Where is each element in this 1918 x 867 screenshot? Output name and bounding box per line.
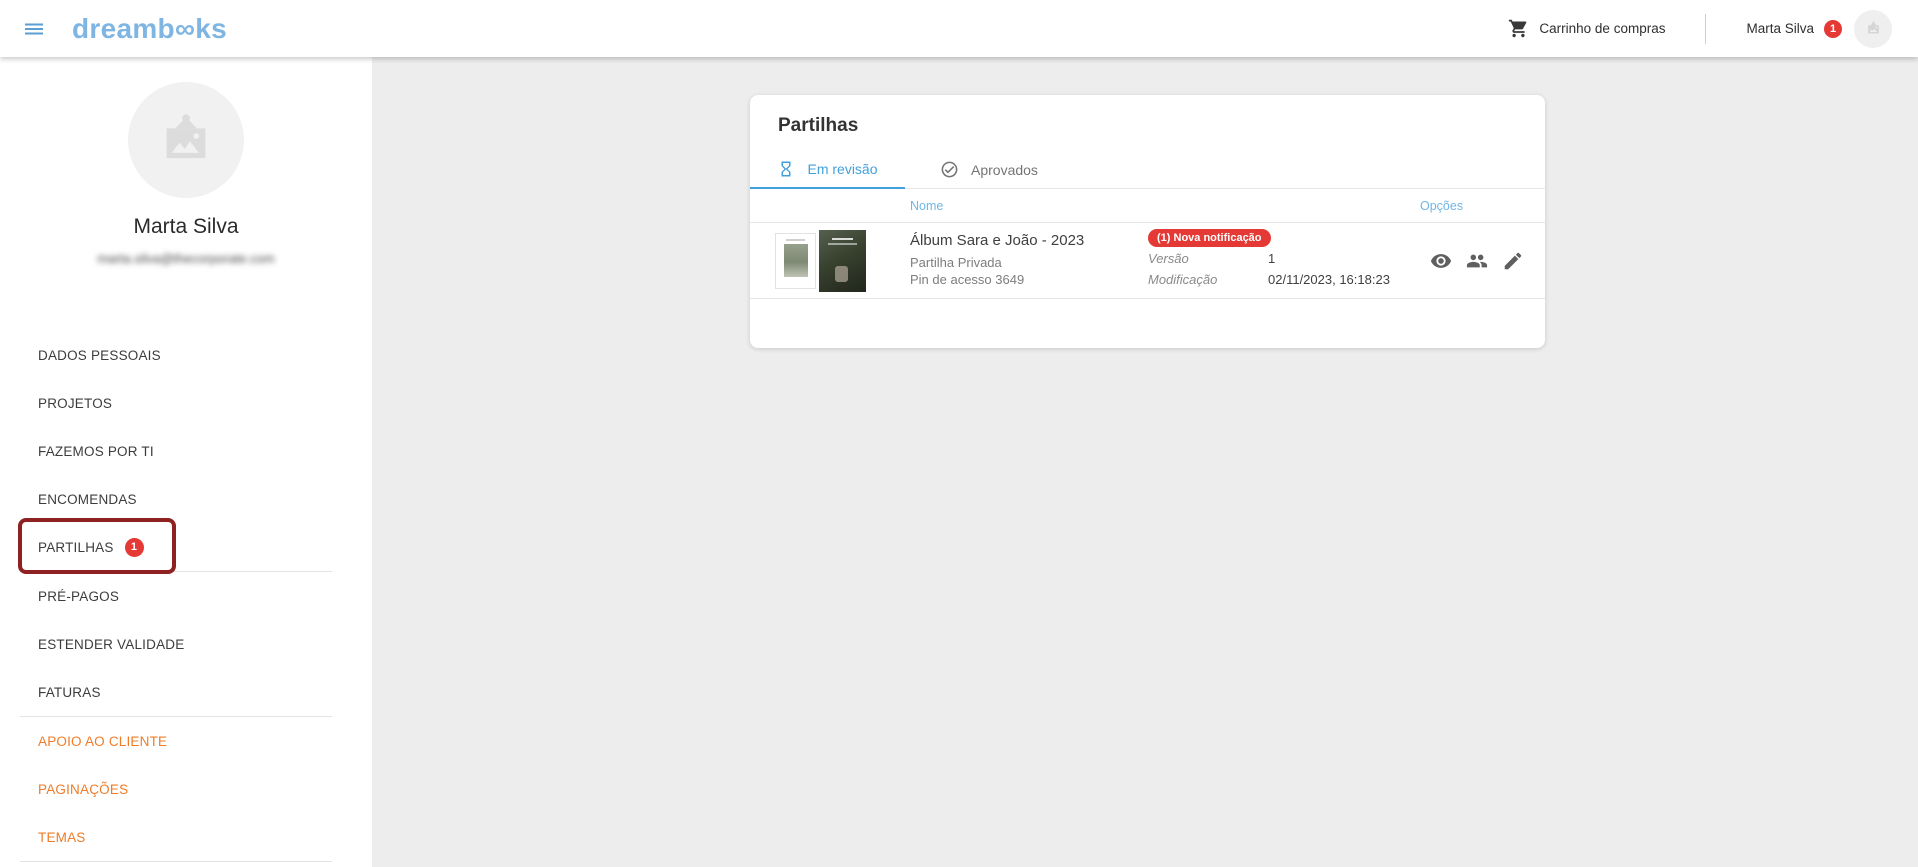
profile-email-redacted: marta.silva@thecorporate.com bbox=[0, 251, 372, 266]
check-circle-icon bbox=[940, 160, 959, 179]
cart-icon bbox=[1508, 18, 1529, 39]
sidebar-item-label: ENCOMENDAS bbox=[38, 492, 137, 507]
album-thumbnail-cover bbox=[819, 230, 866, 292]
profile-avatar bbox=[128, 82, 244, 198]
version-value: 1 bbox=[1268, 250, 1275, 268]
sidebar-item-estender-validade[interactable]: ESTENDER VALIDADE bbox=[0, 620, 372, 668]
card-title: Partilhas bbox=[778, 115, 858, 137]
sidebar-item-label: FATURAS bbox=[38, 685, 101, 700]
version-row: Versão 1 bbox=[1148, 250, 1390, 268]
sidebar-item-label: PROJETOS bbox=[38, 396, 112, 411]
hourglass-icon bbox=[777, 160, 795, 178]
sidebar-item-temas[interactable]: TEMAS bbox=[0, 813, 372, 861]
sidebar-item-partilhas[interactable]: PARTILHAS 1 bbox=[0, 523, 372, 571]
thumbnail-figure bbox=[835, 266, 848, 282]
partilhas-card: Partilhas Em revisão Aprovados Nome Opçõ… bbox=[750, 95, 1545, 348]
new-notification-badge: (1) Nova notificação bbox=[1148, 229, 1271, 247]
preview-icon bbox=[1430, 250, 1452, 272]
column-header-nome: Nome bbox=[910, 189, 943, 223]
header-right: Carrinho de compras Marta Silva 1 bbox=[1508, 10, 1918, 48]
sidebar-item-label: TEMAS bbox=[38, 830, 86, 845]
hamburger-icon bbox=[22, 17, 46, 41]
sidebar-item-encomendas[interactable]: ENCOMENDAS bbox=[0, 475, 372, 523]
header-user-name[interactable]: Marta Silva bbox=[1746, 21, 1814, 36]
header-divider bbox=[1705, 14, 1706, 44]
sidebar-item-label: APOIO AO CLIENTE bbox=[38, 734, 167, 749]
sidebar-menu: DADOS PESSOAIS PROJETOS FAZEMOS POR TI E… bbox=[0, 331, 372, 862]
modification-label: Modificação bbox=[1148, 271, 1268, 289]
sidebar-item-label: DADOS PESSOAIS bbox=[38, 348, 161, 363]
sidebar-item-dados-pessoais[interactable]: DADOS PESSOAIS bbox=[0, 331, 372, 379]
header-notification-badge: 1 bbox=[1824, 20, 1842, 38]
header-avatar[interactable] bbox=[1854, 10, 1892, 48]
tab-label: Aprovados bbox=[971, 162, 1038, 178]
partilhas-notification-badge: 1 bbox=[125, 538, 144, 557]
tab-bar: Em revisão Aprovados bbox=[750, 151, 1545, 189]
tab-aprovados[interactable]: Aprovados bbox=[940, 151, 1038, 188]
share-meta: (1) Nova notificação Versão 1 Modificaçã… bbox=[1148, 228, 1390, 289]
hamburger-menu-button[interactable] bbox=[22, 17, 46, 41]
sidebar-item-label: ESTENDER VALIDADE bbox=[38, 637, 184, 652]
table-row: Álbum Sara e João - 2023 Partilha Privad… bbox=[750, 223, 1545, 299]
column-header-opcoes: Opções bbox=[1420, 189, 1463, 223]
sidebar-item-label: PARTILHAS bbox=[38, 540, 114, 555]
profile-name: Marta Silva bbox=[0, 215, 372, 239]
cart-label: Carrinho de compras bbox=[1539, 21, 1665, 36]
sidebar-item-apoio-ao-cliente[interactable]: APOIO AO CLIENTE bbox=[0, 717, 372, 765]
sidebar-item-pre-pagos[interactable]: PRÉ-PAGOS bbox=[0, 572, 372, 620]
share-users-icon bbox=[1466, 250, 1488, 272]
version-label: Versão bbox=[1148, 250, 1268, 268]
preview-button[interactable] bbox=[1430, 250, 1452, 272]
sidebar-item-fazemos-por-ti[interactable]: FAZEMOS POR TI bbox=[0, 427, 372, 475]
sidebar-item-projetos[interactable]: PROJETOS bbox=[0, 379, 372, 427]
edit-button[interactable] bbox=[1502, 250, 1524, 272]
sidebar-divider bbox=[20, 861, 332, 862]
tab-em-revisao[interactable]: Em revisão bbox=[750, 151, 905, 189]
tab-label: Em revisão bbox=[807, 161, 877, 177]
dreambooks-logo[interactable]: dreamb∞ks bbox=[72, 15, 227, 43]
thumbnail-photo bbox=[784, 244, 808, 277]
image-placeholder-icon bbox=[1865, 20, 1882, 37]
sidebar: Marta Silva marta.silva@thecorporate.com… bbox=[0, 57, 372, 867]
sidebar-item-faturas[interactable]: FATURAS bbox=[0, 668, 372, 716]
cart-button[interactable]: Carrinho de compras bbox=[1508, 18, 1665, 39]
app-header: dreamb∞ks Carrinho de compras Marta Silv… bbox=[0, 0, 1918, 57]
share-users-button[interactable] bbox=[1466, 250, 1488, 272]
modification-row: Modificação 02/11/2023, 16:18:23 bbox=[1148, 271, 1390, 289]
sidebar-item-label: PAGINAÇÕES bbox=[38, 782, 128, 797]
album-info: Álbum Sara e João - 2023 Partilha Privad… bbox=[910, 232, 1084, 288]
image-placeholder-icon bbox=[155, 109, 217, 171]
album-thumbnails bbox=[775, 223, 866, 298]
album-title: Álbum Sara e João - 2023 bbox=[910, 232, 1084, 249]
table-header: Nome Opções bbox=[750, 189, 1545, 223]
album-thumbnail-front bbox=[775, 233, 816, 289]
modification-value: 02/11/2023, 16:18:23 bbox=[1268, 271, 1390, 289]
sidebar-item-label: FAZEMOS POR TI bbox=[38, 444, 154, 459]
sidebar-item-paginacoes[interactable]: PAGINAÇÕES bbox=[0, 765, 372, 813]
edit-icon bbox=[1502, 250, 1524, 272]
access-pin: Pin de acesso 3649 bbox=[910, 271, 1084, 288]
sidebar-item-label: PRÉ-PAGOS bbox=[38, 589, 119, 604]
share-type: Partilha Privada bbox=[910, 254, 1084, 271]
row-actions bbox=[1430, 250, 1524, 272]
